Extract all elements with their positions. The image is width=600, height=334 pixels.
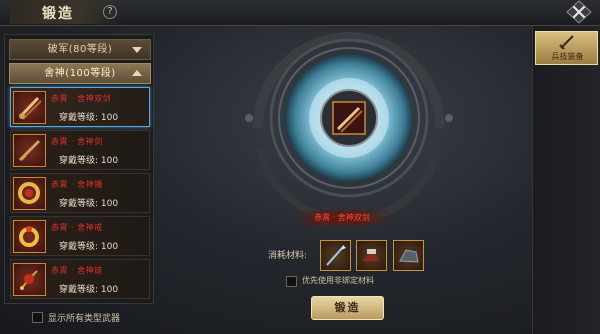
sword-tab-icon [559,35,574,50]
weapon-item-dual-sword[interactable]: 赤霄 · 舍神双剑 穿戴等级: 100 [10,87,150,127]
weapon-list-panel: 破军(80等段) 舍神(100等段) 赤霄 · 舍神双剑 穿戴等级: 100 赤… [4,34,154,304]
weapon-level: 穿戴等级: 100 [59,242,119,252]
weapon-item-ring[interactable]: 赤霄 · 舍神戒 穿戴等级: 100 [10,216,150,256]
chevron-up-icon [132,70,142,76]
prefer-unbound-label: 优先使用非绑定材料 [302,276,374,285]
forge-ring [245,32,453,225]
ore-material-icon [399,249,419,263]
show-all-checkbox[interactable] [32,312,43,323]
window-title: 锻造 [42,6,74,22]
weapon-item-sword[interactable]: 赤霄 · 舍神剑 穿戴等级: 100 [10,130,150,170]
close-icon [566,0,592,24]
dual-sword-icon [13,91,46,124]
material-slot-armor[interactable] [356,240,387,271]
spear-material-icon [326,245,346,266]
selected-weapon-banner: 赤霄 · 舍神双剑 [294,211,390,225]
selected-weapon-name: 赤霄 · 舍神双剑 [314,213,370,222]
weapon-level: 穿戴等级: 100 [59,113,119,123]
forge-screen: 锻造 ? 破军(80等段) 舍神(100等段) 赤霄 · 舍神双剑 穿戴等级: … [0,0,600,334]
right-tab-strip [532,26,600,334]
category-sheshen[interactable]: 舍神(100等段) [9,63,151,84]
materials-label: 消耗材料: [268,251,308,261]
category-label: 舍神(100等段) [44,68,116,79]
material-slot-spear[interactable] [320,240,351,271]
prefer-unbound-toggle[interactable]: 优先使用非绑定材料 [286,275,406,289]
show-all-label: 显示所有类型武器 [48,314,121,324]
weapon-name: 赤霄 · 舍神剑 [51,137,103,146]
bracelet-icon [13,177,46,210]
weapon-name: 赤霄 · 舍神双剑 [51,94,112,103]
material-slot-ore[interactable] [393,240,424,271]
weapon-name: 赤霄 · 舍神链 [51,266,103,275]
title-bar: 锻造 ? [0,0,600,26]
weapon-item-chain[interactable]: 赤霄 · 舍神链 穿戴等级: 100 [10,259,150,299]
weapon-level: 穿戴等级: 100 [59,199,119,209]
chain-icon [13,263,46,296]
close-button[interactable] [564,0,594,24]
armor-material-icon [363,249,380,261]
weapon-level: 穿戴等级: 100 [59,156,119,166]
weapon-level: 穿戴等级: 100 [59,285,119,295]
show-all-toggle[interactable]: 显示所有类型武器 [32,311,162,325]
ring-icon [13,220,46,253]
category-pojun[interactable]: 破军(80等段) [9,39,151,60]
prefer-unbound-checkbox[interactable] [286,276,297,287]
tab-label: 兵技装备 [551,52,584,61]
tab-weapon-skill-equip[interactable]: 兵技装备 [535,31,598,65]
weapon-item-bracelet[interactable]: 赤霄 · 舍神镯 穿戴等级: 100 [10,173,150,213]
help-icon[interactable]: ? [103,5,117,19]
chevron-down-icon [132,47,142,53]
forge-button[interactable]: 锻造 [311,296,384,320]
weapon-name: 赤霄 · 舍神戒 [51,223,103,232]
weapon-name: 赤霄 · 舍神镯 [51,180,103,189]
category-label: 破军(80等段) [47,44,113,55]
sword-icon [13,134,46,167]
